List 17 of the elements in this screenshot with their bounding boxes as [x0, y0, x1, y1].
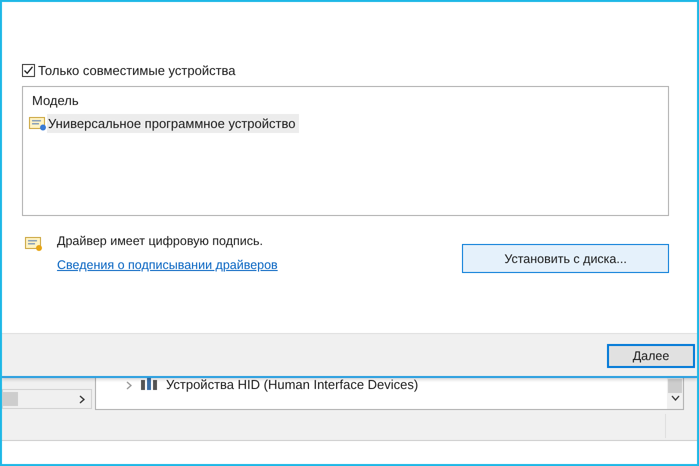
chevron-right-icon[interactable]	[79, 394, 85, 404]
certificate-icon	[25, 236, 43, 252]
signature-status-text: Драйвер имеет цифровую подпись.	[57, 234, 264, 248]
checkbox[interactable]	[22, 64, 35, 77]
checkbox-label[interactable]: Только совместимые устройства	[38, 63, 236, 78]
device-icon	[140, 377, 158, 391]
install-from-disk-button[interactable]: Установить с диска...	[462, 244, 669, 273]
tree-item[interactable]: Устройства HID (Human Interface Devices)	[166, 377, 418, 393]
driver-signing-link[interactable]: Сведения о подписывании драйверов	[57, 258, 428, 272]
scrollbar-thumb[interactable]	[668, 379, 682, 393]
certificate-icon	[29, 116, 47, 130]
horizontal-scrollbar[interactable]	[2, 389, 92, 409]
column-header: Модель	[31, 93, 80, 110]
next-button[interactable]: Далее	[607, 344, 695, 368]
chevron-down-icon[interactable]	[670, 395, 680, 401]
list-item[interactable]: Универсальное программное устройство	[47, 114, 300, 132]
scrollbar-thumb[interactable]	[3, 392, 18, 406]
